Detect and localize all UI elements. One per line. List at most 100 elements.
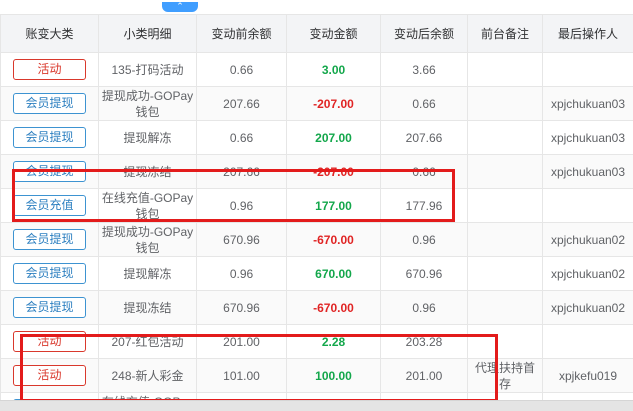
- cell-remark: 代理扶持首存: [468, 359, 543, 393]
- cell-balance-before: 0.96: [197, 189, 287, 223]
- cell-remark: [468, 53, 543, 87]
- cell-remark: [468, 223, 543, 257]
- cell-detail: 提现成功-GOPay钱包: [99, 87, 197, 121]
- cell-amount: -207.00: [287, 87, 381, 121]
- category-tag-button[interactable]: 活动: [13, 59, 86, 80]
- cell-balance-before: 670.96: [197, 291, 287, 325]
- cell-operator: [543, 189, 633, 223]
- horizontal-scrollbar[interactable]: [0, 400, 633, 411]
- category-tag-button[interactable]: 会员提现: [13, 161, 86, 182]
- cell-balance-after: 207.66: [381, 121, 468, 155]
- cell-category: 会员提现: [1, 291, 99, 325]
- cell-balance-before: 0.66: [197, 53, 287, 87]
- cell-amount: 670.00: [287, 257, 381, 291]
- cell-detail: 提现冻结: [99, 155, 197, 189]
- cell-balance-after: 201.00: [381, 359, 468, 393]
- cell-category: 会员提现: [1, 223, 99, 257]
- cell-remark: [468, 121, 543, 155]
- cell-amount: 100.00: [287, 359, 381, 393]
- table-wrapper: 账变大类 小类明细 变动前余额 变动金额 变动后余额 前台备注 最后操作人 活动…: [0, 14, 633, 410]
- cell-operator: xpjchukuan02: [543, 291, 633, 325]
- table-row: 会员提现提现解冻0.96670.00670.96xpjchukuan02: [1, 257, 633, 291]
- header-operator[interactable]: 最后操作人: [543, 15, 633, 53]
- cell-operator: xpjchukuan03: [543, 87, 633, 121]
- cell-detail: 135-打码活动: [99, 53, 197, 87]
- header-amount[interactable]: 变动金额: [287, 15, 381, 53]
- cell-balance-after: 177.96: [381, 189, 468, 223]
- cell-balance-after: 0.66: [381, 87, 468, 121]
- cell-amount: 3.00: [287, 53, 381, 87]
- cell-balance-before: 207.66: [197, 155, 287, 189]
- table-row: 会员提现提现成功-GOPay钱包670.96-670.000.96 xpjchuk…: [1, 223, 633, 257]
- cell-balance-before: 0.66: [197, 121, 287, 155]
- collapse-toggle[interactable]: ⌃: [162, 2, 198, 12]
- cell-amount: 177.00: [287, 189, 381, 223]
- cell-balance-before: 207.66: [197, 87, 287, 121]
- cell-amount: -670.00: [287, 291, 381, 325]
- cell-operator: xpjchukuan03: [543, 121, 633, 155]
- table-row: 会员提现提现冻结207.66-207.000.66 xpjchukuan03: [1, 155, 633, 189]
- cell-balance-after: 0.66: [381, 155, 468, 189]
- cell-detail: 提现成功-GOPay钱包: [99, 223, 197, 257]
- cell-remark: [468, 257, 543, 291]
- cell-remark: [468, 291, 543, 325]
- cell-amount: -670.00: [287, 223, 381, 257]
- category-tag-button[interactable]: 活动: [13, 331, 86, 352]
- cell-balance-after: 670.96: [381, 257, 468, 291]
- category-tag-button[interactable]: 会员提现: [13, 263, 86, 284]
- table-row: 会员提现提现冻结670.96-670.000.96 xpjchukuan02: [1, 291, 633, 325]
- cell-amount: 2.28: [287, 325, 381, 359]
- cell-category: 活动: [1, 325, 99, 359]
- cell-remark: [468, 87, 543, 121]
- category-tag-button[interactable]: 活动: [13, 365, 86, 386]
- cell-amount: -207.00: [287, 155, 381, 189]
- header-balance-before[interactable]: 变动前余额: [197, 15, 287, 53]
- transaction-table: 账变大类 小类明细 变动前余额 变动金额 变动后余额 前台备注 最后操作人 活动…: [0, 14, 633, 410]
- table-row: 活动 135-打码活动0.663.003.66: [1, 53, 633, 87]
- cell-remark: [468, 189, 543, 223]
- header-detail[interactable]: 小类明细: [99, 15, 197, 53]
- header-balance-after[interactable]: 变动后余额: [381, 15, 468, 53]
- table-row: 会员提现提现解冻0.66207.00207.66xpjchukuan03: [1, 121, 633, 155]
- cell-remark: [468, 325, 543, 359]
- cell-detail: 提现解冻: [99, 257, 197, 291]
- cell-category: 会员充值: [1, 189, 99, 223]
- cell-detail: 248-新人彩金: [99, 359, 197, 393]
- category-tag-button[interactable]: 会员提现: [13, 229, 86, 250]
- cell-balance-before: 201.00: [197, 325, 287, 359]
- cell-balance-after: 203.28: [381, 325, 468, 359]
- cell-balance-after: 3.66: [381, 53, 468, 87]
- table-header-row: 账变大类 小类明细 变动前余额 变动金额 变动后余额 前台备注 最后操作人: [1, 15, 633, 53]
- cell-balance-after: 0.96: [381, 291, 468, 325]
- category-tag-button[interactable]: 会员提现: [13, 127, 86, 148]
- cell-category: 会员提现: [1, 121, 99, 155]
- cell-balance-after: 0.96: [381, 223, 468, 257]
- cell-remark: [468, 155, 543, 189]
- table-row: 活动 207-红包活动201.002.28203.28: [1, 325, 633, 359]
- top-bar: ⌃: [0, 0, 633, 14]
- cell-category: 活动: [1, 359, 99, 393]
- category-tag-button[interactable]: 会员提现: [13, 297, 86, 318]
- cell-detail: 在线充值-GOPay钱包: [99, 189, 197, 223]
- cell-balance-before: 670.96: [197, 223, 287, 257]
- cell-amount: 207.00: [287, 121, 381, 155]
- header-remark[interactable]: 前台备注: [468, 15, 543, 53]
- cell-category: 会员提现: [1, 87, 99, 121]
- category-tag-button[interactable]: 会员充值: [13, 195, 86, 216]
- category-tag-button[interactable]: 会员提现: [13, 93, 86, 114]
- cell-balance-before: 101.00: [197, 359, 287, 393]
- header-category[interactable]: 账变大类: [1, 15, 99, 53]
- cell-detail: 提现冻结: [99, 291, 197, 325]
- cell-detail: 207-红包活动: [99, 325, 197, 359]
- cell-category: 会员提现: [1, 257, 99, 291]
- cell-category: 会员提现: [1, 155, 99, 189]
- table-row: 活动248-新人彩金101.00100.00201.00代理扶持首存xpjkef…: [1, 359, 633, 393]
- cell-operator: [543, 53, 633, 87]
- table-row: 会员提现提现成功-GOPay钱包207.66-207.000.66 xpjchuk…: [1, 87, 633, 121]
- chevron-up-icon: ⌃: [176, 1, 184, 11]
- table-row: 会员充值在线充值-GOPay钱包0.96177.00177.96: [1, 189, 633, 223]
- cell-operator: xpjchukuan03: [543, 155, 633, 189]
- cell-balance-before: 0.96: [197, 257, 287, 291]
- cell-operator: xpjchukuan02: [543, 223, 633, 257]
- cell-category: 活动: [1, 53, 99, 87]
